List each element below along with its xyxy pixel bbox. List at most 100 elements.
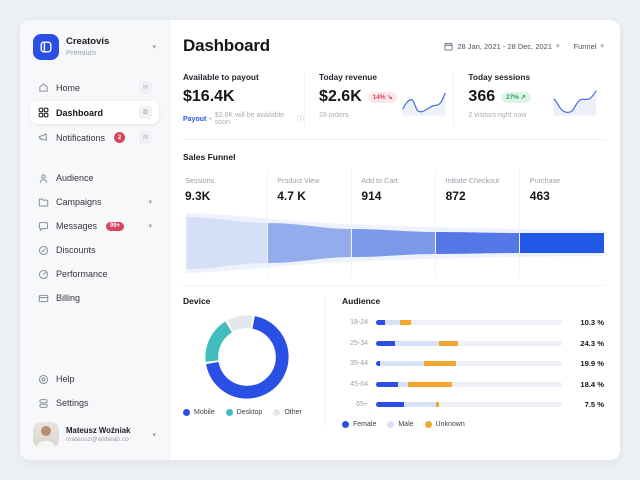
- sidebar-item-label: Dashboard: [56, 108, 103, 118]
- sidebar-item-label: Performance: [56, 269, 108, 279]
- sidebar-item-help[interactable]: Help: [30, 368, 159, 390]
- chat-icon: [37, 220, 49, 232]
- stat-card-sessions: Today sessions 366 27% ↗ 2 visitors righ…: [453, 72, 604, 126]
- audience-bar: [376, 402, 562, 407]
- dashboard-icon: [37, 107, 49, 119]
- audience-bar: [376, 361, 562, 366]
- sidebar-item-audience[interactable]: Audience: [30, 167, 159, 189]
- mobile-legend-dot: [183, 409, 190, 416]
- sidebar-item-discounts[interactable]: Discounts: [30, 239, 159, 261]
- creatovis-logo-icon: [33, 34, 59, 60]
- sidebar-item-label: Help: [56, 374, 75, 384]
- audience-bar: [376, 341, 562, 346]
- settings-icon: [37, 397, 49, 409]
- audience-row: 35-44 19.9 %: [342, 359, 604, 368]
- main-content: Dashboard 28 Jan, 2021 - 28 Dec, 2021 ▾ …: [170, 20, 620, 460]
- page-title: Dashboard: [183, 36, 270, 56]
- info-icon[interactable]: ⓘ: [297, 114, 304, 124]
- workspace-name: Creatovis: [66, 36, 109, 48]
- audience-panel: Audience 18-24 10.3 % 25-34 24.3 %: [325, 296, 604, 428]
- funnel-stage: Add to Cart 914: [351, 170, 435, 211]
- funnel-stage: Product View 4.7 K: [267, 170, 351, 211]
- page-header: Dashboard 28 Jan, 2021 - 28 Dec, 2021 ▾ …: [183, 36, 604, 56]
- audience-row: 45-64 18.4 %: [342, 380, 604, 389]
- sidebar-item-label: Settings: [56, 398, 89, 408]
- messages-count-badge: 99+: [106, 222, 124, 231]
- section-divider: [183, 139, 604, 140]
- view-filter-selector[interactable]: Funnel ▾: [574, 42, 604, 51]
- sidebar-item-label: Billing: [56, 293, 80, 303]
- stat-value: 366: [468, 88, 495, 106]
- desktop-legend-dot: [226, 409, 233, 416]
- sidebar-item-billing[interactable]: Billing: [30, 287, 159, 309]
- user-menu[interactable]: Mateusz Woźniak mateusz@widelab.co ▾: [30, 416, 159, 448]
- device-title: Device: [183, 296, 311, 306]
- audience-bar: [376, 320, 562, 325]
- sidebar-item-home[interactable]: Home H: [30, 76, 159, 99]
- notification-count-badge: 2: [114, 132, 125, 143]
- funnel-section-title: Sales Funnel: [183, 152, 604, 162]
- billing-card-icon: [37, 292, 49, 304]
- separator-dot: •: [209, 116, 211, 123]
- stat-value: $16.4K: [183, 88, 304, 106]
- funnel-stage: Initiate Checkout 872: [436, 170, 520, 211]
- person-icon: [37, 172, 49, 184]
- sidebar-item-label: Home: [56, 83, 80, 93]
- sidebar-item-settings[interactable]: Settings: [30, 392, 159, 414]
- stat-cards: Available to payout $16.4K Payout • $2.6…: [183, 72, 604, 126]
- workspace-switcher[interactable]: Creatovis Premium ▾: [30, 34, 159, 60]
- stat-label: Available to payout: [183, 72, 304, 82]
- male-legend-dot: [387, 421, 394, 428]
- device-panel: Device Mobile Desktop Other: [183, 296, 311, 428]
- shortcut-key: D: [139, 106, 152, 119]
- view-filter-value: Funnel: [574, 42, 597, 51]
- payout-note: $2.6K will be available soon: [215, 112, 294, 126]
- stat-label: Today sessions: [468, 72, 604, 82]
- sidebar-item-messages[interactable]: Messages 99+ ▾: [30, 215, 159, 237]
- sidebar-item-label: Messages: [56, 221, 97, 231]
- discount-icon: [37, 244, 49, 256]
- sidebar-item-notifications[interactable]: Notifications 2 N: [30, 126, 159, 149]
- chevron-down-icon: ▾: [148, 223, 152, 230]
- user-email: mateusz@widelab.co: [66, 436, 130, 445]
- other-legend-dot: [273, 409, 280, 416]
- sidebar-item-campaigns[interactable]: Campaigns ▾: [30, 191, 159, 213]
- audience-row: 65+ 7.5 %: [342, 400, 604, 409]
- funnel-stage: Purchase 463: [520, 170, 604, 211]
- sidebar-item-performance[interactable]: Performance: [30, 263, 159, 285]
- sidebar-item-label: Audience: [56, 173, 94, 183]
- stat-value: $2.6K: [319, 88, 362, 106]
- audience-bar: [376, 382, 562, 387]
- sales-funnel: Sessions 9.3K Product View 4.7 K Add to …: [183, 170, 604, 277]
- stat-card-payout: Available to payout $16.4K Payout • $2.6…: [183, 72, 304, 126]
- trend-badge-down: 14% ↘: [368, 92, 398, 103]
- sidebar-item-label: Campaigns: [56, 197, 102, 207]
- calendar-icon: [444, 42, 453, 51]
- audience-row: 25-34 24.3 %: [342, 339, 604, 348]
- date-range-selector[interactable]: 28 Jan, 2021 - 28 Dec, 2021 ▾: [444, 42, 559, 51]
- sidebar-item-label: Notifications: [56, 133, 105, 143]
- sidebar-footer: Help Settings Mateusz Woźniak mateusz@wi…: [30, 368, 159, 448]
- chevron-down-icon: ▾: [152, 432, 156, 439]
- date-range-value: 28 Jan, 2021 - 28 Dec, 2021: [457, 42, 552, 51]
- unknown-legend-dot: [425, 421, 432, 428]
- device-legend: Mobile Desktop Other: [183, 409, 311, 416]
- audience-title: Audience: [342, 296, 604, 306]
- folder-icon: [37, 196, 49, 208]
- shortcut-key: N: [139, 131, 152, 144]
- user-name: Mateusz Woźniak: [66, 426, 130, 436]
- sidebar-item-dashboard[interactable]: Dashboard D: [30, 101, 159, 124]
- audience-legend: Female Male Unknown: [342, 421, 604, 428]
- home-icon: [37, 82, 49, 94]
- stat-card-revenue: Today revenue $2.6K 14% ↘ 28 orders: [304, 72, 453, 126]
- megaphone-icon: [37, 132, 49, 144]
- app-window: Creatovis Premium ▾ Home H Dashboard D: [20, 20, 620, 460]
- funnel-chart: [183, 211, 604, 277]
- revenue-sparkline: [401, 88, 447, 118]
- performance-icon: [37, 268, 49, 280]
- shortcut-key: H: [139, 81, 152, 94]
- stat-label: Today revenue: [319, 72, 453, 82]
- funnel-stage: Sessions 9.3K: [183, 170, 267, 211]
- screen: Creatovis Premium ▾ Home H Dashboard D: [0, 0, 640, 480]
- payout-link[interactable]: Payout: [183, 116, 206, 123]
